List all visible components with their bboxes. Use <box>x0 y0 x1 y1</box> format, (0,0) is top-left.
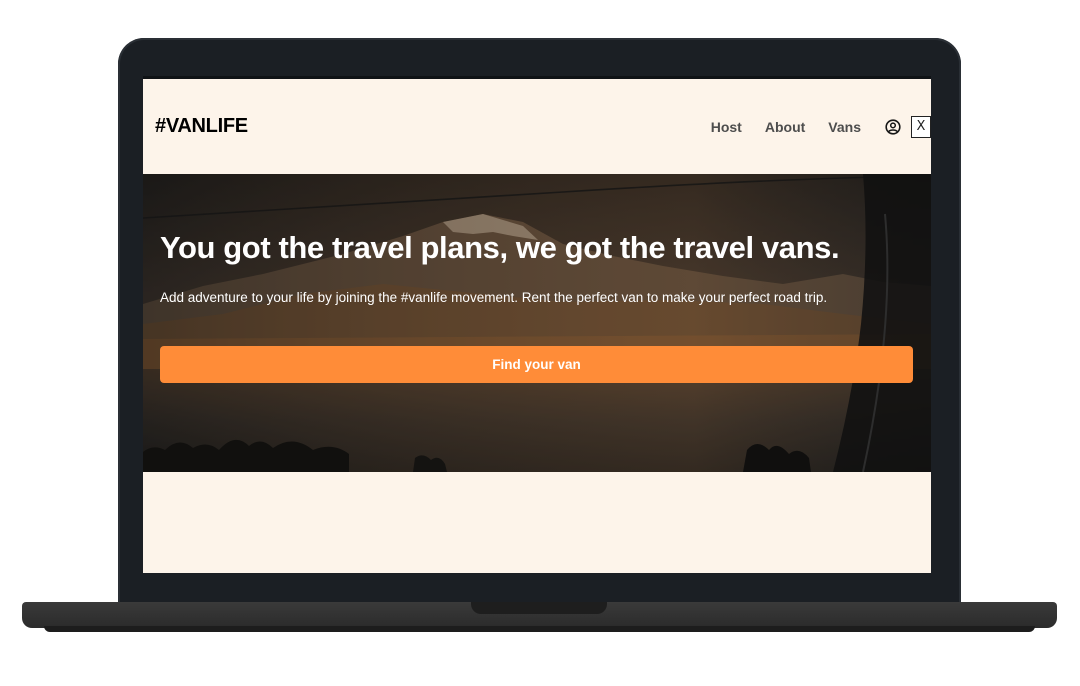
laptop-base-foot <box>44 626 1035 632</box>
user-circle-icon[interactable] <box>885 118 901 135</box>
hero-title: You got the travel plans, we got the tra… <box>160 230 840 265</box>
site-header: #VANLIFE Host About Vans X <box>143 79 931 174</box>
browser-screen: #VANLIFE Host About Vans X You got the t… <box>143 76 931 573</box>
hero-subtitle: Add adventure to your life by joining th… <box>160 290 828 305</box>
find-your-van-button[interactable]: Find your van <box>160 346 913 383</box>
laptop-trackpad-notch <box>471 602 607 614</box>
nav-link-vans[interactable]: Vans <box>828 119 861 135</box>
hero-background-image <box>143 174 931 472</box>
hero-banner: You got the travel plans, we got the tra… <box>143 174 931 472</box>
site-logo[interactable]: #VANLIFE <box>155 115 248 138</box>
close-button[interactable]: X <box>911 115 931 138</box>
main-nav: Host About Vans X <box>688 115 931 138</box>
nav-link-host[interactable]: Host <box>711 119 742 135</box>
nav-link-about[interactable]: About <box>765 119 805 135</box>
